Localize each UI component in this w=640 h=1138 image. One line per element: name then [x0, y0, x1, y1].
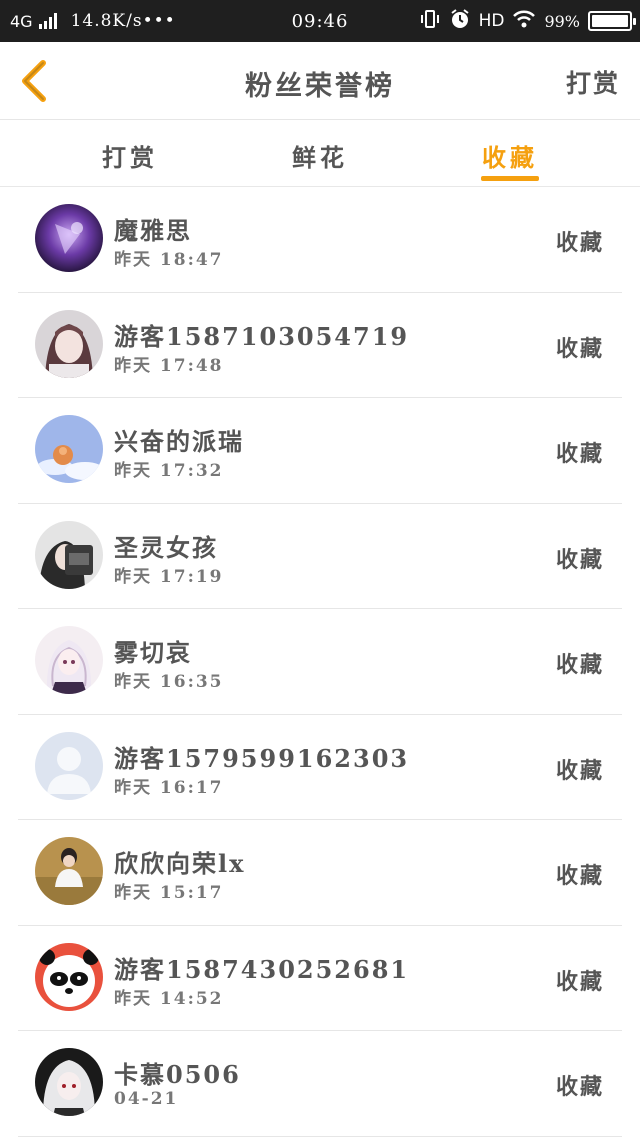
action-label: 收藏 [555, 1074, 604, 1100]
network-type: 4G [10, 11, 33, 31]
action-label: 收藏 [555, 335, 604, 362]
user-name: 魔雅思 [114, 216, 192, 245]
signal-icon [38, 13, 57, 29]
user-name: 雾切哀 [114, 638, 192, 667]
back-button[interactable] [14, 58, 54, 104]
favorite-time: 昨天 16:17 [114, 777, 224, 798]
list-item[interactable]: 雾切哀 昨天 16:35 收藏 [18, 609, 622, 715]
user-name: 游客1587103054719 [114, 321, 410, 351]
tab-reward[interactable]: 打赏 [90, 138, 170, 173]
fan-list: 魔雅思 昨天 18:47 收藏 游客1587103054719 昨天 17:48… [18, 187, 622, 1137]
user-name: 游客1587430252681 [114, 954, 410, 984]
user-avatar[interactable] [35, 731, 103, 800]
status-right: HD 99% [419, 0, 636, 42]
action-label: 收藏 [555, 968, 604, 995]
favorite-time: 昨天 16:35 [114, 672, 224, 692]
list-item[interactable]: 卡慕0506 04-21 收藏 [18, 1031, 622, 1137]
list-item[interactable]: 游客1587103054719 昨天 17:48 收藏 [18, 293, 622, 398]
favorite-time: 昨天 18:47 [114, 250, 224, 270]
favorite-time: 昨天 17:48 [114, 355, 224, 376]
user-avatar[interactable] [35, 520, 103, 589]
page-title: 粉丝荣誉榜 [245, 71, 395, 102]
status-bar: 4G 14.8K/s••• 09:46 HD 99% [0, 0, 640, 42]
user-avatar[interactable] [35, 204, 103, 272]
action-label: 收藏 [555, 230, 604, 256]
tab-flowers[interactable]: 鲜花 [280, 138, 360, 173]
favorite-time: 昨天 17:19 [114, 566, 224, 587]
user-name: 游客1579599162303 [114, 743, 410, 773]
alarm-icon [449, 8, 471, 35]
tab-bar: 打赏 鲜花 收藏 [0, 120, 640, 187]
vibrate-icon [419, 9, 441, 34]
user-avatar[interactable] [35, 626, 103, 694]
favorite-time: 昨天 17:32 [114, 461, 224, 481]
user-avatar[interactable] [35, 1048, 103, 1116]
action-label: 收藏 [555, 441, 604, 467]
reward-button[interactable]: 打赏 [566, 64, 620, 100]
wifi-icon [512, 9, 536, 34]
list-item[interactable]: 圣灵女孩 昨天 17:19 收藏 [18, 504, 622, 609]
user-avatar[interactable] [35, 415, 103, 483]
favorite-time: 昨天 15:17 [114, 883, 224, 903]
list-item[interactable]: 欣欣向荣lx 昨天 15:17 收藏 [18, 820, 622, 926]
action-label: 收藏 [555, 757, 604, 784]
tab-favorites[interactable]: 收藏 [470, 138, 550, 173]
action-label: 收藏 [555, 546, 604, 573]
user-name: 圣灵女孩 [114, 532, 218, 562]
battery-percent: 99% [544, 11, 580, 31]
user-avatar[interactable] [35, 309, 103, 378]
favorite-time: 昨天 14:52 [114, 988, 224, 1009]
network-speed: 14.8K/s••• [70, 11, 176, 31]
user-name: 兴奋的派瑞 [114, 427, 244, 456]
action-label: 收藏 [555, 652, 604, 678]
action-label: 收藏 [555, 863, 604, 889]
app-header: 粉丝荣誉榜 打赏 [0, 42, 640, 120]
active-tab-indicator [481, 176, 539, 181]
user-name: 卡慕0506 [114, 1060, 241, 1089]
list-item[interactable]: 兴奋的派瑞 昨天 17:32 收藏 [18, 398, 622, 504]
favorite-time: 04-21 [114, 1089, 179, 1109]
user-avatar[interactable] [35, 942, 103, 1011]
hd-indicator: HD [478, 11, 505, 31]
user-name: 欣欣向荣lx [114, 849, 246, 878]
list-item[interactable]: 魔雅思 昨天 18:47 收藏 [18, 187, 622, 293]
chevron-left-icon [22, 60, 46, 102]
status-left: 4G 14.8K/s••• [10, 0, 176, 42]
list-item[interactable]: 游客1579599162303 昨天 16:17 收藏 [18, 715, 622, 820]
battery-icon [588, 11, 636, 31]
user-avatar[interactable] [35, 837, 103, 905]
list-item[interactable]: 游客1587430252681 昨天 14:52 收藏 [18, 926, 622, 1031]
